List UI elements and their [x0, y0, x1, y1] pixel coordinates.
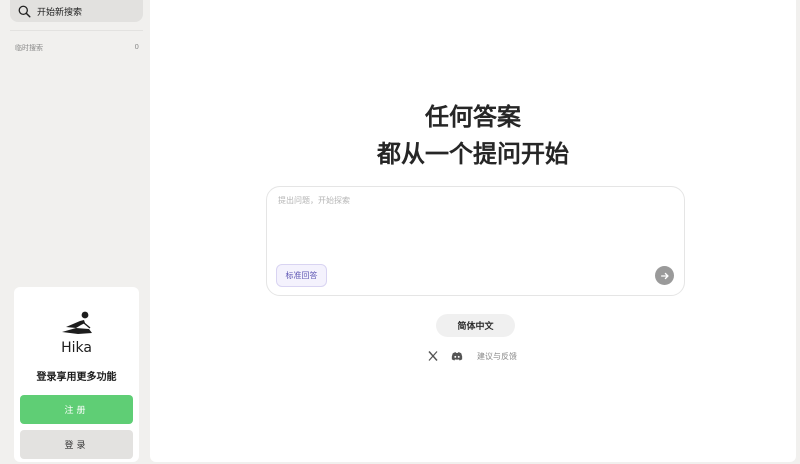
- x-icon: [428, 351, 438, 361]
- main-panel: 任何答案 都从一个提问开始 标准回答 简体中文 建议与反馈: [150, 0, 796, 462]
- sidebar: 开始新搜索 临时搜索 0 Hika 登录享用更多功能 注册 登录: [0, 0, 150, 464]
- hika-logo: [61, 311, 92, 334]
- sidebar-divider: [10, 30, 143, 31]
- register-button[interactable]: 注册: [20, 395, 133, 424]
- language-selector[interactable]: 简体中文: [436, 314, 515, 337]
- discord-icon: [451, 352, 463, 361]
- x-link[interactable]: [426, 349, 440, 363]
- login-button[interactable]: 登录: [20, 430, 133, 459]
- new-search-button[interactable]: 开始新搜索: [10, 0, 143, 22]
- history-header: 临时搜索 0: [15, 43, 139, 53]
- footer-links: 建议与反馈: [426, 348, 517, 364]
- new-search-label: 开始新搜索: [37, 7, 83, 18]
- search-box: 标准回答: [266, 186, 685, 296]
- search-input[interactable]: [278, 195, 673, 245]
- feedback-link[interactable]: 建议与反馈: [477, 351, 517, 362]
- login-card: Hika 登录享用更多功能 注册 登录: [14, 287, 139, 462]
- answer-mode-chip[interactable]: 标准回答: [276, 264, 327, 287]
- discord-link[interactable]: [450, 349, 464, 363]
- history-count: 0: [134, 43, 139, 51]
- headline-line1: 任何答案: [425, 103, 521, 131]
- headline-line2: 都从一个提问开始: [377, 140, 569, 168]
- send-arrow-icon: [660, 272, 669, 279]
- brand-name: Hika: [61, 340, 92, 356]
- login-prompt: 登录享用更多功能: [36, 372, 117, 383]
- history-title: 临时搜索: [15, 44, 43, 52]
- send-button[interactable]: [655, 266, 674, 285]
- search-icon: [18, 5, 31, 18]
